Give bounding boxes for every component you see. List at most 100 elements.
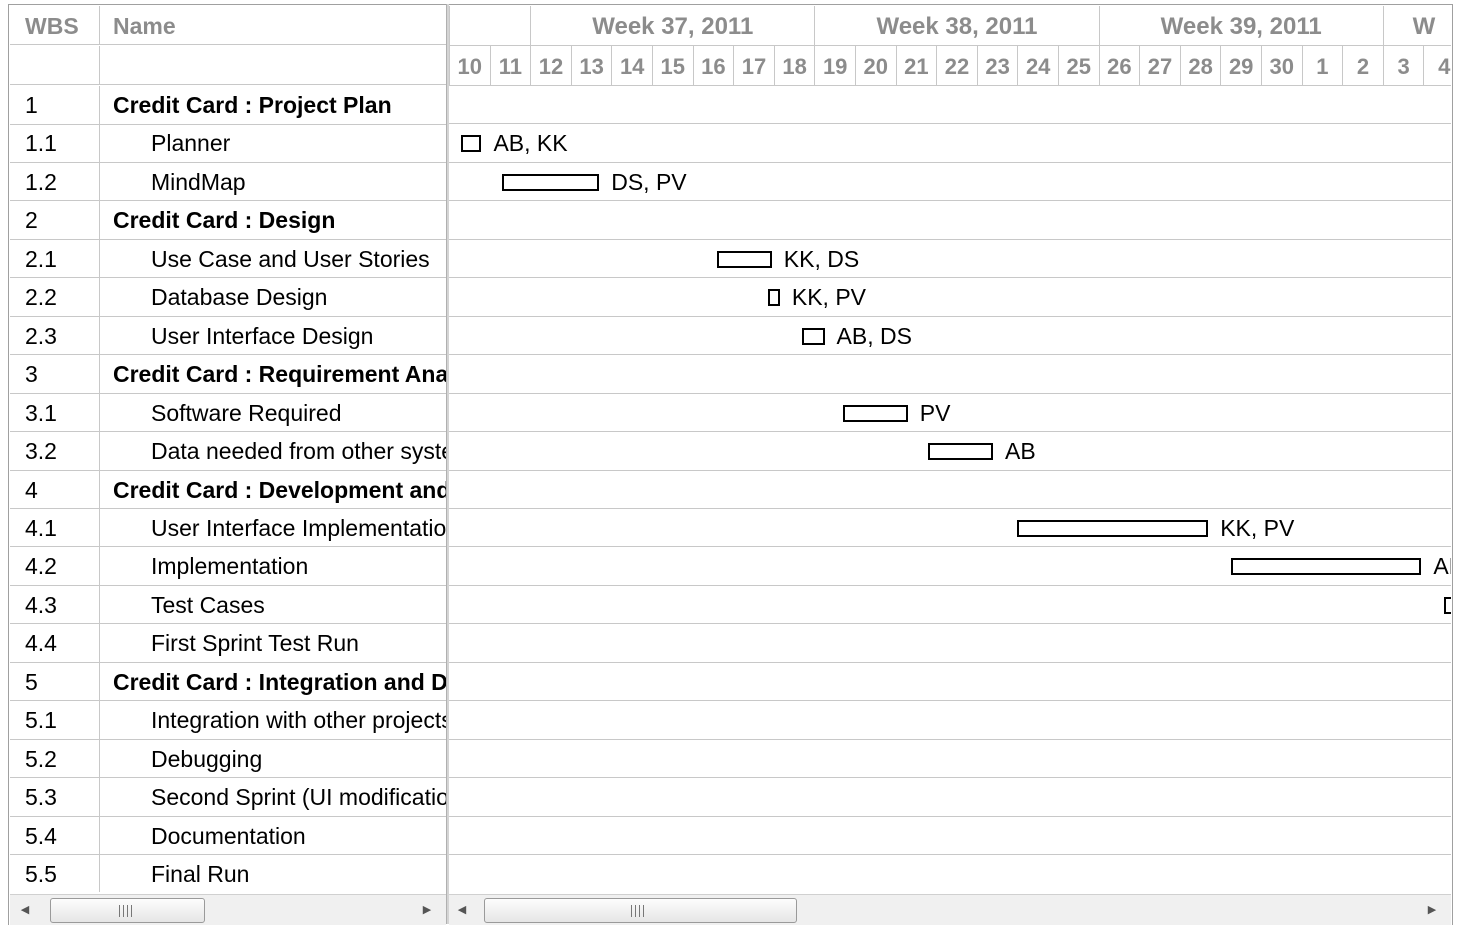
day-header: 27 xyxy=(1139,46,1180,85)
task-row[interactable]: 5.3 Second Sprint (UI modifications) xyxy=(10,778,447,817)
day-header: 28 xyxy=(1179,46,1221,85)
task-name-cell: Credit Card : Development and Testing xyxy=(113,476,447,503)
name-column-header[interactable]: Name xyxy=(100,6,447,45)
resource-label: AB xyxy=(1433,553,1451,580)
task-row[interactable]: 4.2 Implementation xyxy=(10,547,447,586)
task-name-cell: Documentation xyxy=(151,822,306,849)
task-name-cell: User Interface Implementation xyxy=(151,514,447,541)
scroll-left-arrow-icon[interactable]: ◀ xyxy=(455,902,469,918)
chart-scroll-thumb[interactable] xyxy=(484,898,797,923)
resource-label: AB, KK xyxy=(493,130,568,157)
task-name-cell: Database Design xyxy=(151,284,328,311)
week-header: Week 39, 2011 xyxy=(1098,6,1383,45)
day-header: 16 xyxy=(692,46,734,85)
wbs-cell: 2.3 xyxy=(10,316,100,355)
day-header: 20 xyxy=(855,46,896,85)
task-bar[interactable] xyxy=(1230,558,1422,576)
task-bar[interactable] xyxy=(461,135,482,153)
task-row[interactable]: 3.2 Data needed from other systems xyxy=(10,432,447,471)
task-name-cell: User Interface Design xyxy=(151,322,374,349)
wbs-cell: 4.4 xyxy=(10,624,100,663)
task-bar[interactable] xyxy=(842,404,908,422)
task-bar[interactable] xyxy=(716,250,772,268)
task-row[interactable]: 4.3 Test Cases xyxy=(10,585,447,625)
wbs-column-header[interactable]: WBS xyxy=(10,6,100,45)
task-bar[interactable] xyxy=(928,443,994,461)
task-grid: WBS Name 1 Credit Card : Project Plan 1.1 P… xyxy=(10,6,447,892)
wbs-cell: 4.2 xyxy=(10,547,100,586)
summary-task-row[interactable]: 3 Credit Card : Requirement Analysis xyxy=(10,355,447,394)
summary-task-row[interactable]: 2 Credit Card : Design xyxy=(10,201,447,240)
day-header: 4 xyxy=(1423,46,1451,85)
wbs-cell: 1.1 xyxy=(10,124,100,163)
task-name-cell: Second Sprint (UI modifications) xyxy=(151,784,447,811)
day-header: 2 xyxy=(1342,46,1383,85)
task-row[interactable]: 3.1 Software Required xyxy=(10,393,447,433)
task-row[interactable]: 2.2 Database Design xyxy=(10,278,447,317)
day-header: 25 xyxy=(1058,46,1099,85)
wbs-cell: 1 xyxy=(10,86,100,124)
day-header: 15 xyxy=(652,46,693,85)
task-name-cell: MindMap xyxy=(151,168,246,195)
week-header: W xyxy=(1382,6,1451,45)
day-header: 22 xyxy=(936,46,977,85)
grid-horizontal-scrollbar[interactable]: ◀ ▶ xyxy=(10,894,446,925)
scroll-left-arrow-icon[interactable]: ◀ xyxy=(18,902,32,918)
grid-scroll-thumb[interactable] xyxy=(50,898,205,923)
day-header: 14 xyxy=(611,46,652,85)
day-header: 29 xyxy=(1220,46,1261,85)
week-header: Week 38, 2011 xyxy=(814,6,1098,45)
day-header: 1 xyxy=(1301,46,1343,85)
resource-label: AB, DS xyxy=(836,322,912,349)
task-name-cell: Credit Card : Integration and Deployment xyxy=(113,668,447,695)
day-header: 30 xyxy=(1261,46,1302,85)
task-bar[interactable] xyxy=(1443,596,1451,614)
chart-horizontal-scrollbar[interactable]: ◀ ▶ xyxy=(449,894,1451,925)
day-header: 19 xyxy=(814,46,855,85)
day-header: 21 xyxy=(895,46,937,85)
wbs-cell: 5.5 xyxy=(10,855,100,892)
resource-label: PV xyxy=(919,399,951,426)
task-row[interactable]: 1.2 MindMap xyxy=(10,162,447,202)
task-row[interactable]: 5.4 Documentation xyxy=(10,816,447,856)
scroll-right-arrow-icon[interactable]: ▶ xyxy=(420,902,434,918)
gantt-chart: Week 37, 2011 Week 38, 2011 Week 39, 2011 W… xyxy=(449,6,1451,892)
resource-label: AB xyxy=(1005,438,1036,465)
task-bar[interactable] xyxy=(767,289,780,307)
task-bar[interactable] xyxy=(501,173,600,191)
task-row[interactable]: 5.5 Final Run xyxy=(10,855,447,892)
resource-label: DS, PV xyxy=(611,168,687,195)
summary-task-row[interactable]: 4 Credit Card : Development and Testing xyxy=(10,470,447,509)
task-name-cell: Final Run xyxy=(151,861,250,887)
wbs-cell: 3.1 xyxy=(10,393,100,432)
scroll-right-arrow-icon[interactable]: ▶ xyxy=(1425,902,1439,918)
week-header: Week 37, 2011 xyxy=(530,6,814,45)
task-row[interactable]: 5.1 Integration with other projects xyxy=(10,701,447,740)
task-row[interactable]: 2.1 Use Case and User Stories xyxy=(10,239,447,279)
task-row[interactable]: 5.2 Debugging xyxy=(10,739,447,779)
task-row[interactable]: 2.3 User Interface Design xyxy=(10,316,447,356)
task-bar[interactable] xyxy=(802,327,825,345)
day-header: 18 xyxy=(773,46,815,85)
task-row[interactable]: 1.1 Planner xyxy=(10,124,447,163)
resource-label: KK, DS xyxy=(783,245,860,272)
task-name-cell: Credit Card : Requirement Analysis xyxy=(113,361,447,388)
day-header: 13 xyxy=(570,46,612,85)
day-header: 17 xyxy=(733,46,774,85)
task-name-cell: Use Case and User Stories xyxy=(151,245,430,272)
wbs-cell: 5.2 xyxy=(10,739,100,778)
task-name-cell: First Sprint Test Run xyxy=(151,630,359,657)
summary-task-row[interactable]: 5 Credit Card : Integration and Deploymen… xyxy=(10,662,447,702)
wbs-cell: 4.1 xyxy=(10,508,100,547)
wbs-cell: 3 xyxy=(10,355,100,394)
day-header: 26 xyxy=(1098,46,1140,85)
gantt-view: WBS Name 1 Credit Card : Project Plan 1.1 P… xyxy=(0,0,1466,926)
wbs-cell: 1.2 xyxy=(10,162,100,201)
task-bar[interactable] xyxy=(1017,519,1209,537)
task-name-cell: Software Required xyxy=(151,399,342,426)
task-row[interactable]: 4.4 First Sprint Test Run xyxy=(10,624,447,663)
task-row[interactable]: 4.1 User Interface Implementation xyxy=(10,508,447,548)
summary-task-row[interactable]: 1 Credit Card : Project Plan xyxy=(10,86,447,125)
task-name-cell: Credit Card : Project Plan xyxy=(113,92,392,118)
grid-header: WBS Name xyxy=(10,6,447,45)
